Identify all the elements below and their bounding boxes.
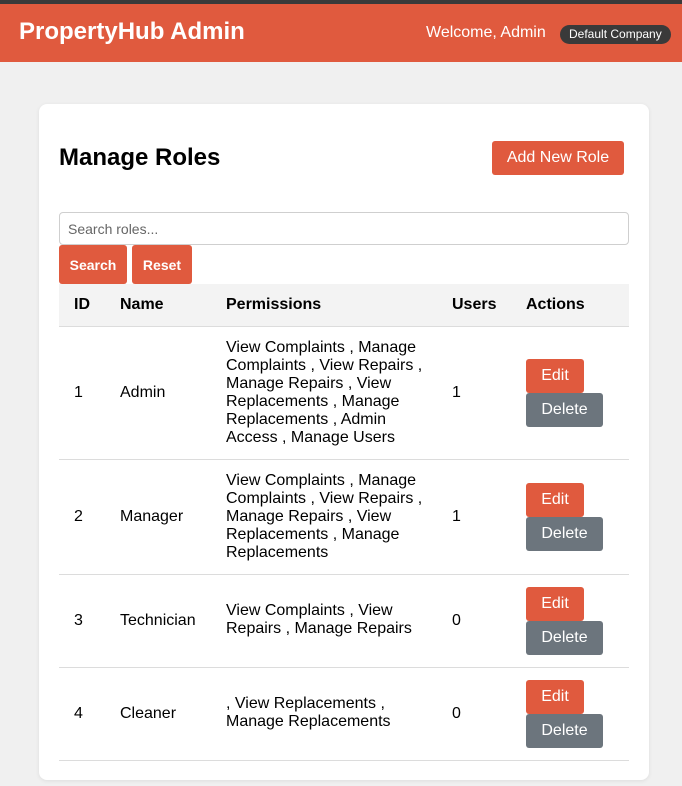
role-name: Admin <box>120 384 166 401</box>
role-permissions: , View Replacements , Manage Replacement… <box>226 695 391 730</box>
table-row: 2 Manager View Complaints , Manage Compl… <box>59 460 629 575</box>
role-id: 2 <box>74 508 83 525</box>
delete-button[interactable]: Delete <box>526 621 603 655</box>
table-row: 3 Technician View Complaints , View Repa… <box>59 575 629 668</box>
reset-button[interactable]: Reset <box>132 245 192 284</box>
role-name: Technician <box>120 612 196 629</box>
page-title: Manage Roles <box>59 144 221 171</box>
column-header-permissions: Permissions <box>226 296 322 313</box>
table-row: 1 Admin View Complaints , Manage Complai… <box>59 327 629 460</box>
edit-button[interactable]: Edit <box>526 359 584 393</box>
edit-button[interactable]: Edit <box>526 483 584 517</box>
role-id: 1 <box>74 384 83 401</box>
edit-button[interactable]: Edit <box>526 680 584 714</box>
table-header: ID Name Permissions Users Actions <box>59 284 629 327</box>
delete-button[interactable]: Delete <box>526 517 603 551</box>
role-name: Manager <box>120 508 184 525</box>
role-users: 0 <box>452 612 461 629</box>
role-name: Cleaner <box>120 705 177 722</box>
roles-card: Manage Roles Add New Role Search Reset I… <box>39 104 649 780</box>
column-header-id: ID <box>74 296 90 313</box>
search-input[interactable] <box>59 212 629 245</box>
role-id: 3 <box>74 612 83 629</box>
add-role-button[interactable]: Add New Role <box>492 141 624 175</box>
delete-button[interactable]: Delete <box>526 393 603 427</box>
company-badge: Default Company <box>560 25 671 44</box>
table-row: 4 Cleaner , View Replacements , Manage R… <box>59 668 629 761</box>
role-users: 0 <box>452 705 461 722</box>
role-users: 1 <box>452 508 461 525</box>
welcome-text: Welcome, Admin <box>426 24 546 41</box>
app-title: PropertyHub Admin <box>19 18 245 45</box>
app-header: PropertyHub Admin Welcome, Admin Default… <box>0 4 682 62</box>
search-button[interactable]: Search <box>59 245 127 284</box>
role-permissions: View Complaints , Manage Complaints , Vi… <box>226 339 423 446</box>
edit-button[interactable]: Edit <box>526 587 584 621</box>
column-header-name: Name <box>120 296 164 313</box>
role-permissions: View Complaints , Manage Complaints , Vi… <box>226 472 423 561</box>
delete-button[interactable]: Delete <box>526 714 603 748</box>
column-header-users: Users <box>452 296 497 313</box>
column-header-actions: Actions <box>526 296 585 313</box>
role-id: 4 <box>74 705 83 722</box>
role-permissions: View Complaints , View Repairs , Manage … <box>226 602 412 637</box>
role-users: 1 <box>452 384 461 401</box>
